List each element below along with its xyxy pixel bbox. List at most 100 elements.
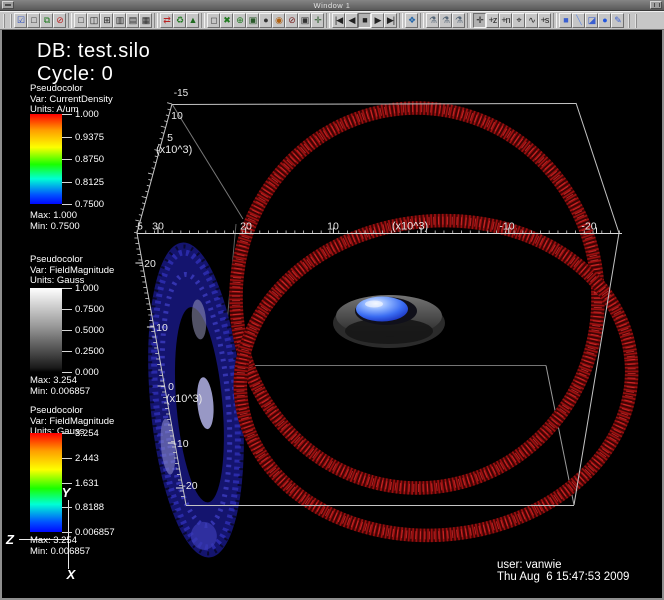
lineout-mode-button[interactable]: ∿	[525, 13, 538, 28]
layout-2x1-icon: ▤	[129, 16, 137, 25]
pencil-icon: ✎	[614, 16, 621, 25]
camera-slash-icon: ⊘	[288, 16, 295, 25]
rotate-view-button[interactable]: ◉	[272, 13, 285, 28]
window-title: Window 1	[0, 1, 664, 10]
zone-pick-mode-button[interactable]: +z	[486, 13, 499, 28]
toolbar-group: ◻✖⊕▣●◉⊘▣✛	[207, 13, 324, 28]
vcr-stop-button[interactable]: ■	[358, 13, 371, 28]
vcr-step-back-button[interactable]: ◀	[345, 13, 358, 28]
layout-2x3-button[interactable]: ▥	[113, 13, 126, 28]
box-tool-button[interactable]: ■	[559, 13, 572, 28]
svg-text:-20: -20	[581, 221, 596, 233]
line-plot-icon: ∿	[528, 16, 535, 25]
light-source-2-button[interactable]: ⚗	[439, 13, 452, 28]
lock-view-button[interactable]: ●	[259, 13, 272, 28]
svg-text:10: 10	[156, 322, 168, 334]
axis-scale-label: (x10^3)	[166, 393, 202, 405]
tick-label: 3.254	[75, 428, 99, 439]
plane-icon: ◪	[588, 16, 596, 25]
toolbar-separator	[154, 13, 158, 28]
toolbar-handle[interactable]	[3, 14, 12, 28]
vcr-skip-end-button[interactable]: ▶|	[384, 13, 397, 28]
toolbar-separator	[201, 13, 205, 28]
svg-text:-20: -20	[182, 480, 197, 492]
toolbar-grip[interactable]	[628, 14, 637, 28]
timestamp-label: Thu Aug 6 15:47:53 2009	[497, 571, 629, 583]
coil-plot-1[interactable]	[231, 103, 603, 492]
spin-view-button[interactable]: ▲	[186, 13, 199, 28]
axis-scale-label: (x10^3)	[156, 144, 192, 156]
navigate-mode-button[interactable]: ✛	[473, 13, 486, 28]
new-window-button[interactable]: □	[27, 13, 40, 28]
invert-background-button[interactable]: ⇄	[160, 13, 173, 28]
tick-line	[62, 288, 72, 289]
recenter-view-button[interactable]: ⊕	[233, 13, 246, 28]
tick-label: 0.7500	[75, 304, 104, 315]
tick-line	[62, 372, 72, 373]
light-source-3-button[interactable]: ⚗	[452, 13, 465, 28]
camera-icon: ▣	[301, 16, 309, 25]
tick-line	[62, 532, 72, 533]
camera-plus-icon: ✛	[314, 16, 321, 25]
vcr-play-button[interactable]: ▶	[371, 13, 384, 28]
svg-text:10: 10	[171, 110, 183, 122]
legend-max-label: Max: 3.254	[30, 375, 77, 386]
clone-window-button[interactable]: ⧉	[40, 13, 53, 28]
cube-icon: ■	[563, 16, 567, 25]
layout-1x2-button[interactable]: ◫	[87, 13, 100, 28]
triad-z-label: Z	[5, 532, 15, 547]
tick-label: 0.8750	[75, 154, 104, 165]
spreadsheet-pick-button[interactable]: +s	[538, 13, 551, 28]
line-tool-button[interactable]: ╲	[572, 13, 585, 28]
plus-n-icon: +n	[501, 16, 509, 25]
toolbar-separator	[326, 13, 330, 28]
perspective-toggle-button[interactable]: ◻	[207, 13, 220, 28]
tick-line	[62, 458, 72, 459]
visit-viewer-window: Window 1 ☑□⧉⊘□◫⊞▥▤▦⇄♻▲◻✖⊕▣●◉⊘▣✛|◀◀■▶▶|❖⚗…	[0, 0, 664, 600]
layout-3x3-button[interactable]: ▦	[139, 13, 152, 28]
tick-label: 0.7500	[75, 199, 104, 210]
axis-top-end-label: -15	[174, 88, 189, 99]
toolbar-separator	[553, 13, 557, 28]
node-pick-mode-button[interactable]: +n	[499, 13, 512, 28]
reset-view-button[interactable]: ✖	[220, 13, 233, 28]
plane-tool-button[interactable]: ◪	[585, 13, 598, 28]
svg-text:10: 10	[327, 221, 339, 233]
toolbar-group: ■ ╲◪●✎	[559, 13, 624, 28]
layout-1x1-button[interactable]: □	[74, 13, 87, 28]
tick-label: 1.000	[75, 109, 99, 120]
redo-view-button[interactable]: ▣	[298, 13, 311, 28]
tick-line	[62, 507, 72, 508]
clear-plots-button[interactable]: ♻	[173, 13, 186, 28]
toolbar-separator	[68, 13, 72, 28]
point-tool-button[interactable]: ✎	[611, 13, 624, 28]
layout-2x1-button[interactable]: ▤	[126, 13, 139, 28]
svg-text:30: 30	[152, 221, 164, 233]
layout-3x3-icon: ▦	[142, 16, 150, 25]
legend-min-label: Min: 0.006857	[30, 386, 90, 397]
active-window-toggle-button[interactable]: ☑	[14, 13, 27, 28]
add-view-button[interactable]: ✛	[311, 13, 324, 28]
vcr-skip-start-button[interactable]: |◀	[332, 13, 345, 28]
light-source-1-button[interactable]: ⚗	[426, 13, 439, 28]
legend-max-label: Max: 3.254	[30, 535, 77, 546]
delete-window-button[interactable]: ⊘	[53, 13, 66, 28]
save-window-button[interactable]: ❖	[405, 13, 418, 28]
toolbar-group: |◀◀ ■ ▶▶|	[332, 13, 397, 28]
database-label: DB: test.silo	[37, 40, 150, 63]
sphere-tool-button[interactable]: ●	[598, 13, 611, 28]
green-x-icon: ✖	[223, 16, 230, 25]
tick-label: 2.443	[75, 453, 99, 464]
stop-icon: ■	[362, 16, 366, 25]
window-control-button[interactable]	[650, 1, 662, 9]
undo-view-button[interactable]: ⊘	[285, 13, 298, 28]
window-icon: □	[31, 16, 35, 25]
image-icon: ❖	[408, 16, 415, 25]
layout-2x2-button[interactable]: ⊞	[100, 13, 113, 28]
axis-scale-label: (x10^3)	[392, 221, 428, 233]
tick-line	[62, 182, 72, 183]
zoom-mode-button[interactable]: ⌖	[512, 13, 525, 28]
save-view-button[interactable]: ▣	[246, 13, 259, 28]
window-titlebar[interactable]: Window 1	[0, 0, 664, 11]
density-isosurface-plot[interactable]	[333, 295, 445, 348]
